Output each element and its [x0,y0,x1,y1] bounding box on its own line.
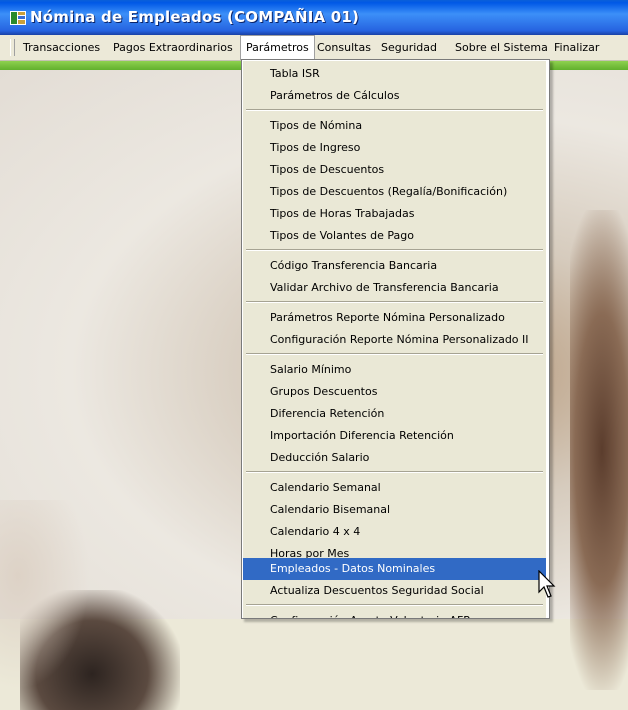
menu-seguridad[interactable]: Seguridad [376,35,442,60]
menu-item-diferencia-retencion[interactable]: Diferencia Retención [243,403,546,425]
menu-separator [246,353,543,355]
menu-finalizar[interactable]: Finalizar [549,35,604,60]
menu-transacciones[interactable]: Transacciones [18,35,105,60]
menu-consultas[interactable]: Consultas [312,35,376,60]
menu-sobre-el-sistema[interactable]: Sobre el Sistema [450,35,553,60]
parametros-dropdown-menu: Tabla ISR Parámetros de Cálculos Tipos d… [241,59,550,619]
menu-item-parametros-reporte-nomina[interactable]: Parámetros Reporte Nómina Personalizado [243,307,546,329]
menu-item-empleados-datos-nominales[interactable]: Empleados - Datos Nominales [243,558,546,580]
background-photo-figure [570,210,628,690]
menu-item-validar-archivo-transferencia[interactable]: Validar Archivo de Transferencia Bancari… [243,277,546,299]
menu-item-tipos-descuentos[interactable]: Tipos de Descuentos [243,159,546,181]
menu-parametros[interactable]: Parámetros [240,35,315,60]
menu-item-tipos-horas-trabajadas[interactable]: Tipos de Horas Trabajadas [243,203,546,225]
menu-item-salario-minimo[interactable]: Salario Mínimo [243,359,546,381]
menu-item-importacion-diferencia-retencion[interactable]: Importación Diferencia Retención [243,425,546,447]
menu-separator [246,471,543,473]
menu-separator [246,301,543,303]
title-bar[interactable]: Nómina de Empleados (COMPAÑIA 01) [0,0,628,35]
menu-item-parametros-calculos[interactable]: Parámetros de Cálculos [243,85,546,107]
menu-separator [246,604,543,606]
menu-item-tipos-ingreso[interactable]: Tipos de Ingreso [243,137,546,159]
menu-item-deduccion-salario[interactable]: Deducción Salario [243,447,546,469]
mouse-pointer-icon [538,570,556,598]
menu-pagos-extraordinarios[interactable]: Pagos Extraordinarios [108,35,238,60]
menu-item-tipos-volantes-pago[interactable]: Tipos de Volantes de Pago [243,225,546,247]
menu-item-grupos-descuentos[interactable]: Grupos Descuentos [243,381,546,403]
window-title: Nómina de Empleados (COMPAÑIA 01) [30,8,360,26]
menu-item-calendario-bisemanal[interactable]: Calendario Bisemanal [243,499,546,521]
menu-item-calendario-4x4[interactable]: Calendario 4 x 4 [243,521,546,543]
menu-bar: Transacciones Pagos Extraordinarios Pará… [0,35,628,61]
menu-item-tipos-descuentos-regalia[interactable]: Tipos de Descuentos (Regalía/Bonificació… [243,181,546,203]
menu-item-configuracion-reporte-nomina[interactable]: Configuración Reporte Nómina Personaliza… [243,329,546,351]
menubar-grip [10,39,15,56]
menu-item-configuracion-aporte-afp[interactable]: Configuración Aporte Voluntario AFP [243,610,546,618]
payroll-app-icon [10,11,26,25]
menu-item-codigo-transferencia[interactable]: Código Transferencia Bancaria [243,255,546,277]
background-photo-light [0,500,90,690]
menu-item-tabla-isr[interactable]: Tabla ISR [243,63,546,85]
menu-item-tipos-nomina[interactable]: Tipos de Nómina [243,115,546,137]
menu-separator [246,109,543,111]
menu-item-calendario-semanal[interactable]: Calendario Semanal [243,477,546,499]
menu-separator [246,249,543,251]
menu-item-actualiza-descuentos-ss[interactable]: Actualiza Descuentos Seguridad Social [243,580,546,602]
